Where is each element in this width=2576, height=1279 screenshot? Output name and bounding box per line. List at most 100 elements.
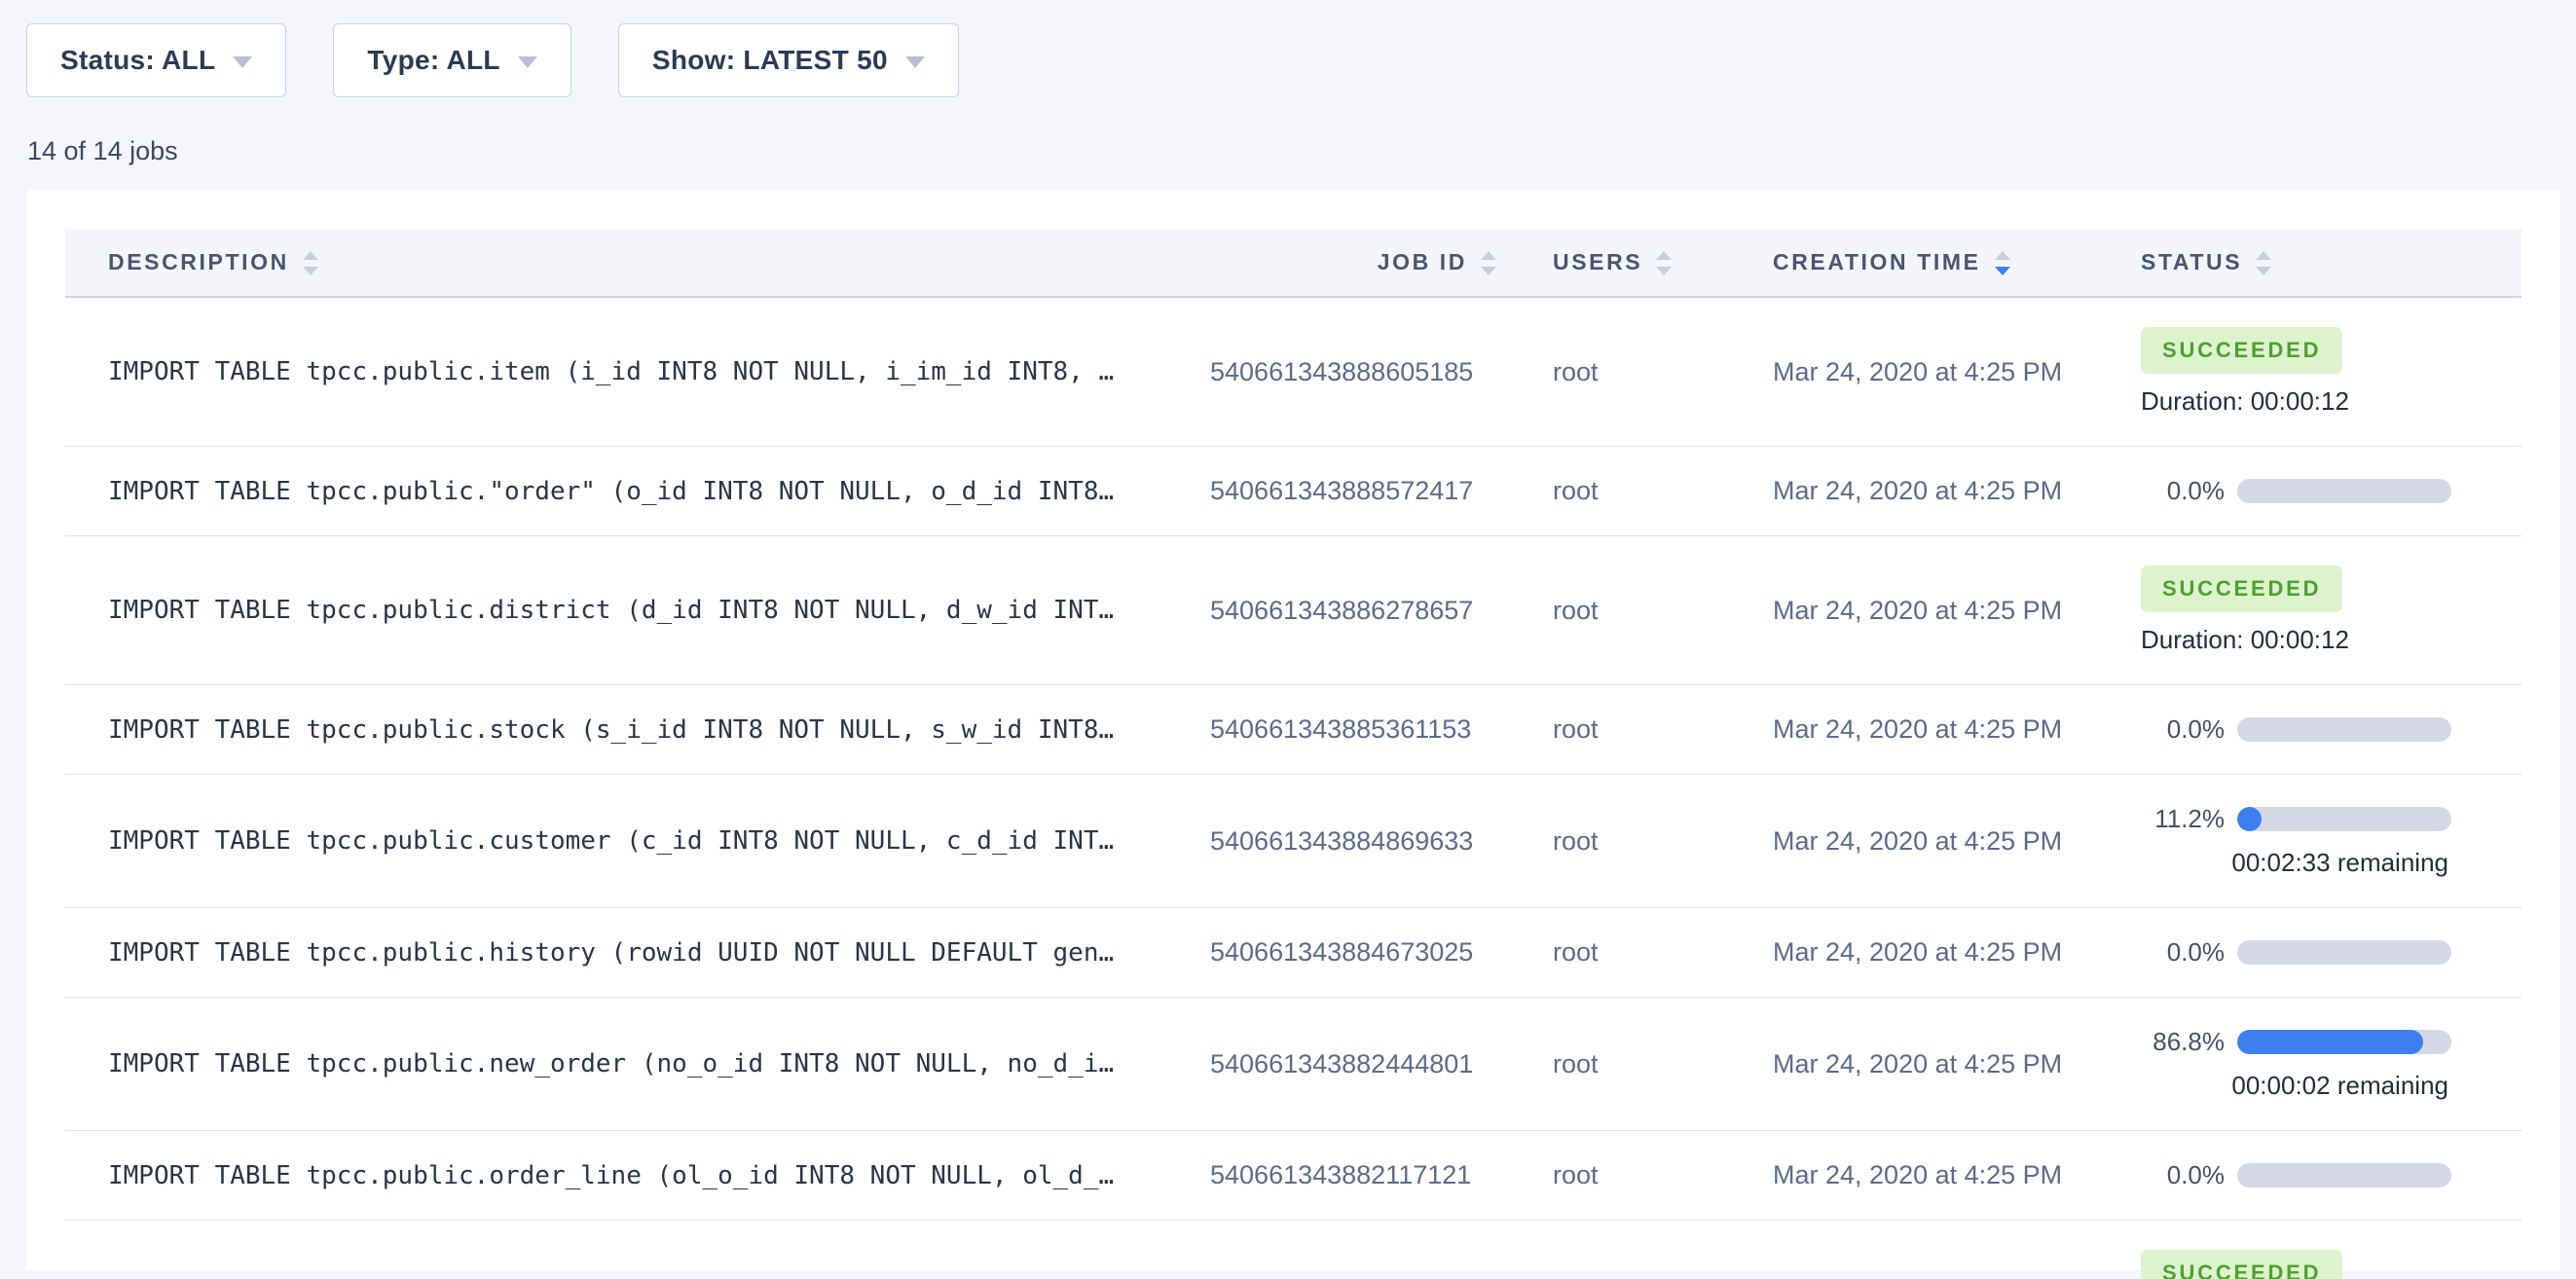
- progress-bar: [2237, 479, 2451, 503]
- job-user: root: [1522, 908, 1742, 998]
- column-header-users[interactable]: USERS: [1522, 229, 1742, 297]
- table-row: IMPORT TABLE tpcc.public.new_order (no_o…: [65, 998, 2521, 1131]
- sort-asc-icon: [1481, 251, 1496, 260]
- job-creation-time: Mar 24, 2020 at 4:25 PM: [1742, 1131, 2112, 1221]
- job-creation-time: Mar 24, 2020 at 4:25 PM: [1742, 536, 2112, 685]
- sort-desc-icon: [1656, 267, 1672, 275]
- job-status-cell: 0.0%: [2112, 908, 2521, 998]
- job-creation-time: Mar 24, 2020 at 4:25 PM: [1742, 297, 2112, 447]
- type-filter-dropdown[interactable]: Type: ALL: [333, 23, 570, 97]
- column-header-label: CREATION TIME: [1773, 249, 1981, 275]
- job-id: 540661343882117121: [1210, 1131, 1522, 1221]
- job-creation-time: Mar 24, 2020 at 4:25 PM: [1742, 998, 2112, 1131]
- table-row: IMPORT TABLE tpcc.public.warehouse (w_id…: [65, 1221, 2521, 1279]
- job-status-cell: 0.0%: [2112, 685, 2521, 775]
- job-description: IMPORT TABLE tpcc.public.district (d_id …: [65, 536, 1210, 685]
- column-header-job-id[interactable]: JOB ID: [1210, 229, 1522, 297]
- job-description: IMPORT TABLE tpcc.public.order_line (ol_…: [65, 1131, 1210, 1221]
- sort-icons: [1656, 251, 1672, 275]
- job-duration: Duration: 00:00:12: [2141, 625, 2521, 655]
- table-row: IMPORT TABLE tpcc.public.stock (s_i_id I…: [65, 685, 2521, 775]
- column-header-label: STATUS: [2141, 249, 2242, 275]
- job-user: root: [1522, 1221, 1742, 1279]
- status-filter-label: Status: ALL: [60, 45, 215, 76]
- progress-bar: [2237, 1030, 2451, 1054]
- column-header-label: DESCRIPTION: [108, 249, 289, 275]
- job-id: 540661343884869633: [1210, 775, 1522, 908]
- job-creation-time: Mar 24, 2020 at 4:25 PM: [1742, 1221, 2112, 1279]
- status-running-block: 0.0%: [2141, 476, 2521, 506]
- job-id: 540661343886278657: [1210, 536, 1522, 685]
- job-progress-percent: 11.2%: [2141, 804, 2225, 834]
- sort-desc-icon: [2256, 267, 2271, 275]
- progress-bar: [2237, 807, 2451, 831]
- sort-asc-icon: [1656, 251, 1672, 260]
- job-status-cell: 11.2% 00:02:33 remaining: [2112, 775, 2521, 908]
- show-filter-dropdown[interactable]: Show: LATEST 50: [618, 23, 959, 97]
- status-succeeded-block: SUCCEEDED Duration: 00:00:12: [2141, 566, 2521, 655]
- job-description: IMPORT TABLE tpcc.public.history (rowid …: [65, 908, 1210, 998]
- job-description: IMPORT TABLE tpcc.public.item (i_id INT8…: [65, 297, 1210, 447]
- column-header-status[interactable]: STATUS: [2112, 229, 2521, 297]
- job-progress-percent: 0.0%: [2141, 714, 2225, 745]
- sort-icons: [2256, 251, 2271, 275]
- sort-desc-icon: [303, 267, 318, 275]
- status-badge: SUCCEEDED: [2141, 566, 2342, 612]
- status-running-block: 11.2% 00:02:33 remaining: [2141, 804, 2521, 878]
- sort-asc-icon: [2256, 251, 2271, 260]
- job-id: 540661343885361153: [1210, 685, 1522, 775]
- status-filter-dropdown[interactable]: Status: ALL: [26, 23, 286, 97]
- table-row: IMPORT TABLE tpcc.public.item (i_id INT8…: [65, 297, 2521, 447]
- chevron-down-icon: [518, 56, 537, 68]
- job-status-cell: 86.8% 00:00:02 remaining: [2112, 998, 2521, 1131]
- job-description: IMPORT TABLE tpcc.public."order" (o_id I…: [65, 447, 1210, 536]
- status-running-block: 86.8% 00:00:02 remaining: [2141, 1027, 2521, 1101]
- job-description: IMPORT TABLE tpcc.public.new_order (no_o…: [65, 998, 1210, 1131]
- chevron-down-icon: [905, 56, 925, 68]
- sort-asc-icon: [1995, 251, 2010, 260]
- jobs-table-body: IMPORT TABLE tpcc.public.item (i_id INT8…: [65, 297, 2521, 1279]
- job-progress-percent: 86.8%: [2141, 1027, 2225, 1057]
- sort-icons: [1481, 251, 1496, 275]
- job-user: root: [1522, 775, 1742, 908]
- job-description: IMPORT TABLE tpcc.public.stock (s_i_id I…: [65, 685, 1210, 775]
- status-badge: SUCCEEDED: [2141, 1250, 2342, 1279]
- job-status-cell: SUCCEEDED Duration: 00:00:12: [2112, 536, 2521, 685]
- column-header-label: JOB ID: [1378, 249, 1467, 275]
- table-row: IMPORT TABLE tpcc.public.order_line (ol_…: [65, 1131, 2521, 1221]
- job-id: 540661343882444801: [1210, 998, 1522, 1131]
- job-user: root: [1522, 685, 1742, 775]
- job-id: 540661343884673025: [1210, 908, 1522, 998]
- column-header-label: USERS: [1553, 249, 1642, 275]
- jobs-count: 14 of 14 jobs: [27, 136, 2576, 166]
- job-user: root: [1522, 536, 1742, 685]
- job-remaining-time: 00:00:02 remaining: [2141, 1071, 2450, 1101]
- job-progress-percent: 0.0%: [2141, 937, 2225, 968]
- job-creation-time: Mar 24, 2020 at 4:25 PM: [1742, 685, 2112, 775]
- table-row: IMPORT TABLE tpcc.public.customer (c_id …: [65, 775, 2521, 908]
- sort-desc-icon: [1481, 267, 1496, 275]
- status-running-block: 0.0%: [2141, 937, 2521, 968]
- show-filter-label: Show: LATEST 50: [652, 45, 888, 76]
- type-filter-label: Type: ALL: [367, 45, 499, 76]
- job-progress-percent: 0.0%: [2141, 476, 2225, 506]
- status-running-block: 0.0%: [2141, 1160, 2521, 1190]
- progress-bar: [2237, 717, 2451, 742]
- status-badge: SUCCEEDED: [2141, 327, 2342, 374]
- job-status-cell: SUCCEEDED Duration: 00:00:08: [2112, 1221, 2521, 1279]
- progress-bar-fill: [2237, 807, 2262, 831]
- status-running-block: 0.0%: [2141, 714, 2521, 745]
- column-header-creation-time[interactable]: CREATION TIME: [1742, 229, 2112, 297]
- sort-desc-icon-active: [1995, 267, 2010, 275]
- progress-bar: [2237, 940, 2451, 965]
- table-row: IMPORT TABLE tpcc.public."order" (o_id I…: [65, 447, 2521, 536]
- column-header-description[interactable]: DESCRIPTION: [65, 229, 1210, 297]
- job-creation-time: Mar 24, 2020 at 4:25 PM: [1742, 775, 2112, 908]
- job-remaining-time: 00:02:33 remaining: [2141, 848, 2450, 878]
- filters-toolbar: Status: ALL Type: ALL Show: LATEST 50: [0, 0, 2576, 97]
- status-succeeded-block: SUCCEEDED Duration: 00:00:12: [2141, 327, 2521, 417]
- table-row: IMPORT TABLE tpcc.public.district (d_id …: [65, 536, 2521, 685]
- job-progress-percent: 0.0%: [2141, 1160, 2225, 1190]
- job-id: 540661343888572417: [1210, 447, 1522, 536]
- job-user: root: [1522, 1131, 1742, 1221]
